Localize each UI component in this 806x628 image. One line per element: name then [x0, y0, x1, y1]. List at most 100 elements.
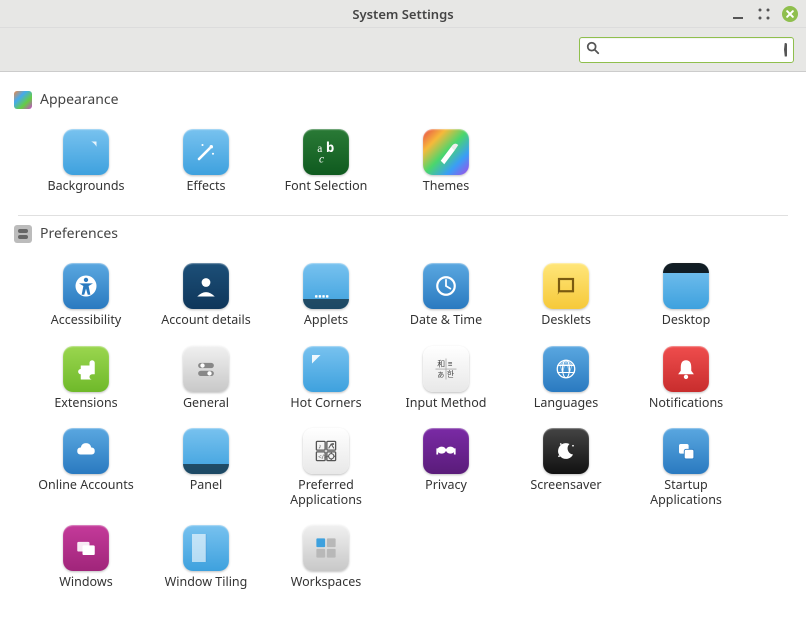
- preferred-apps-icon: ♪</>: [303, 428, 349, 474]
- item-label: General: [183, 396, 229, 410]
- startup-apps-icon: [663, 428, 709, 474]
- svg-text:和: 和: [437, 359, 445, 369]
- preferences-section-icon: [14, 225, 32, 243]
- item-label: Extensions: [54, 396, 117, 410]
- item-desklets[interactable]: Desklets: [506, 259, 626, 331]
- item-label: Date & Time: [410, 313, 482, 327]
- item-general[interactable]: General: [146, 342, 266, 414]
- item-startup-applications[interactable]: Startup Applications: [626, 424, 746, 511]
- item-label: Effects: [186, 179, 225, 193]
- item-applets[interactable]: Applets: [266, 259, 386, 331]
- workspaces-icon: [303, 525, 349, 571]
- item-privacy[interactable]: Privacy: [386, 424, 506, 511]
- item-label: Desklets: [541, 313, 591, 327]
- svg-text:한: 한: [447, 370, 454, 380]
- extensions-icon: [63, 346, 109, 392]
- item-label: Accessibility: [51, 313, 122, 327]
- section-title: Appearance: [40, 90, 119, 109]
- date-time-icon: [423, 263, 469, 309]
- applets-icon: [303, 263, 349, 309]
- svg-text:b: b: [326, 138, 334, 156]
- appearance-section-icon: [14, 91, 32, 109]
- svg-text:≡: ≡: [448, 359, 453, 369]
- item-label: Account details: [161, 313, 250, 327]
- item-label: Preferred Applications: [271, 478, 381, 507]
- item-label: Online Accounts: [38, 478, 133, 492]
- svg-text:♪: ♪: [318, 443, 322, 452]
- item-notifications[interactable]: Notifications: [626, 342, 746, 414]
- item-extensions[interactable]: Extensions: [26, 342, 146, 414]
- item-accessibility[interactable]: Accessibility: [26, 259, 146, 331]
- item-preferred-applications[interactable]: ♪</> Preferred Applications: [266, 424, 386, 511]
- search-input[interactable]: [604, 42, 780, 57]
- search-icon: [586, 41, 600, 59]
- minimize-button[interactable]: [730, 6, 746, 22]
- content-area: Appearance Backgrounds Effects abc Font …: [0, 72, 806, 628]
- item-label: Themes: [423, 179, 469, 193]
- windows-icon: [63, 525, 109, 571]
- window-tiling-icon: [183, 525, 229, 571]
- effects-icon: [183, 129, 229, 175]
- item-label: Input Method: [405, 396, 486, 410]
- item-input-method[interactable]: 和≡ あ한 Input Method: [386, 342, 506, 414]
- themes-icon: [423, 129, 469, 175]
- item-label: Privacy: [425, 478, 467, 492]
- item-effects[interactable]: Effects: [146, 125, 266, 197]
- item-languages[interactable]: Languages: [506, 342, 626, 414]
- search-box[interactable]: [579, 37, 794, 63]
- item-label: Desktop: [662, 313, 711, 327]
- screensaver-icon: [543, 428, 589, 474]
- clear-search-icon[interactable]: [784, 43, 787, 57]
- item-label: Languages: [534, 396, 598, 410]
- notifications-icon: [663, 346, 709, 392]
- item-font-selection[interactable]: abc Font Selection: [266, 125, 386, 197]
- item-label: Startup Applications: [631, 478, 741, 507]
- item-online-accounts[interactable]: Online Accounts: [26, 424, 146, 511]
- window-title: System Settings: [352, 5, 453, 23]
- item-account-details[interactable]: Account details: [146, 259, 266, 331]
- item-themes[interactable]: Themes: [386, 125, 506, 197]
- item-panel[interactable]: Panel: [146, 424, 266, 511]
- desktop-icon: [663, 263, 709, 309]
- item-desktop[interactable]: Desktop: [626, 259, 746, 331]
- item-screensaver[interactable]: Screensaver: [506, 424, 626, 511]
- item-label: Backgrounds: [47, 179, 124, 193]
- item-workspaces[interactable]: Workspaces: [266, 521, 386, 593]
- window-controls: [730, 6, 798, 22]
- maximize-button[interactable]: [756, 6, 772, 22]
- appearance-grid: Backgrounds Effects abc Font Selection T…: [10, 117, 796, 215]
- hot-corners-icon: [303, 346, 349, 392]
- item-window-tiling[interactable]: Window Tiling: [146, 521, 266, 593]
- section-header-appearance: Appearance: [10, 82, 796, 117]
- item-label: Window Tiling: [165, 575, 248, 589]
- close-button[interactable]: [782, 6, 798, 22]
- svg-text:あ: あ: [437, 371, 444, 380]
- item-label: Notifications: [649, 396, 723, 410]
- item-label: Screensaver: [530, 478, 601, 492]
- item-label: Applets: [304, 313, 348, 327]
- privacy-icon: [423, 428, 469, 474]
- section-header-preferences: Preferences: [10, 216, 796, 251]
- general-icon: [183, 346, 229, 392]
- panel-icon: [183, 428, 229, 474]
- svg-text:c: c: [319, 154, 324, 166]
- item-hot-corners[interactable]: Hot Corners: [266, 342, 386, 414]
- item-date-time[interactable]: Date & Time: [386, 259, 506, 331]
- online-accounts-icon: [63, 428, 109, 474]
- item-windows[interactable]: Windows: [26, 521, 146, 593]
- font-selection-icon: abc: [303, 129, 349, 175]
- item-backgrounds[interactable]: Backgrounds: [26, 125, 146, 197]
- item-label: Font Selection: [285, 179, 368, 193]
- preferences-grid: Accessibility Account details Applets Da…: [10, 251, 796, 611]
- section-title: Preferences: [40, 224, 118, 243]
- account-details-icon: [183, 263, 229, 309]
- item-label: Windows: [59, 575, 112, 589]
- toolbar: [0, 28, 806, 72]
- titlebar: System Settings: [0, 0, 806, 28]
- languages-icon: [543, 346, 589, 392]
- backgrounds-icon: [63, 129, 109, 175]
- item-label: Panel: [190, 478, 223, 492]
- desklets-icon: [543, 263, 589, 309]
- item-label: Hot Corners: [290, 396, 361, 410]
- input-method-icon: 和≡ あ한: [423, 346, 469, 392]
